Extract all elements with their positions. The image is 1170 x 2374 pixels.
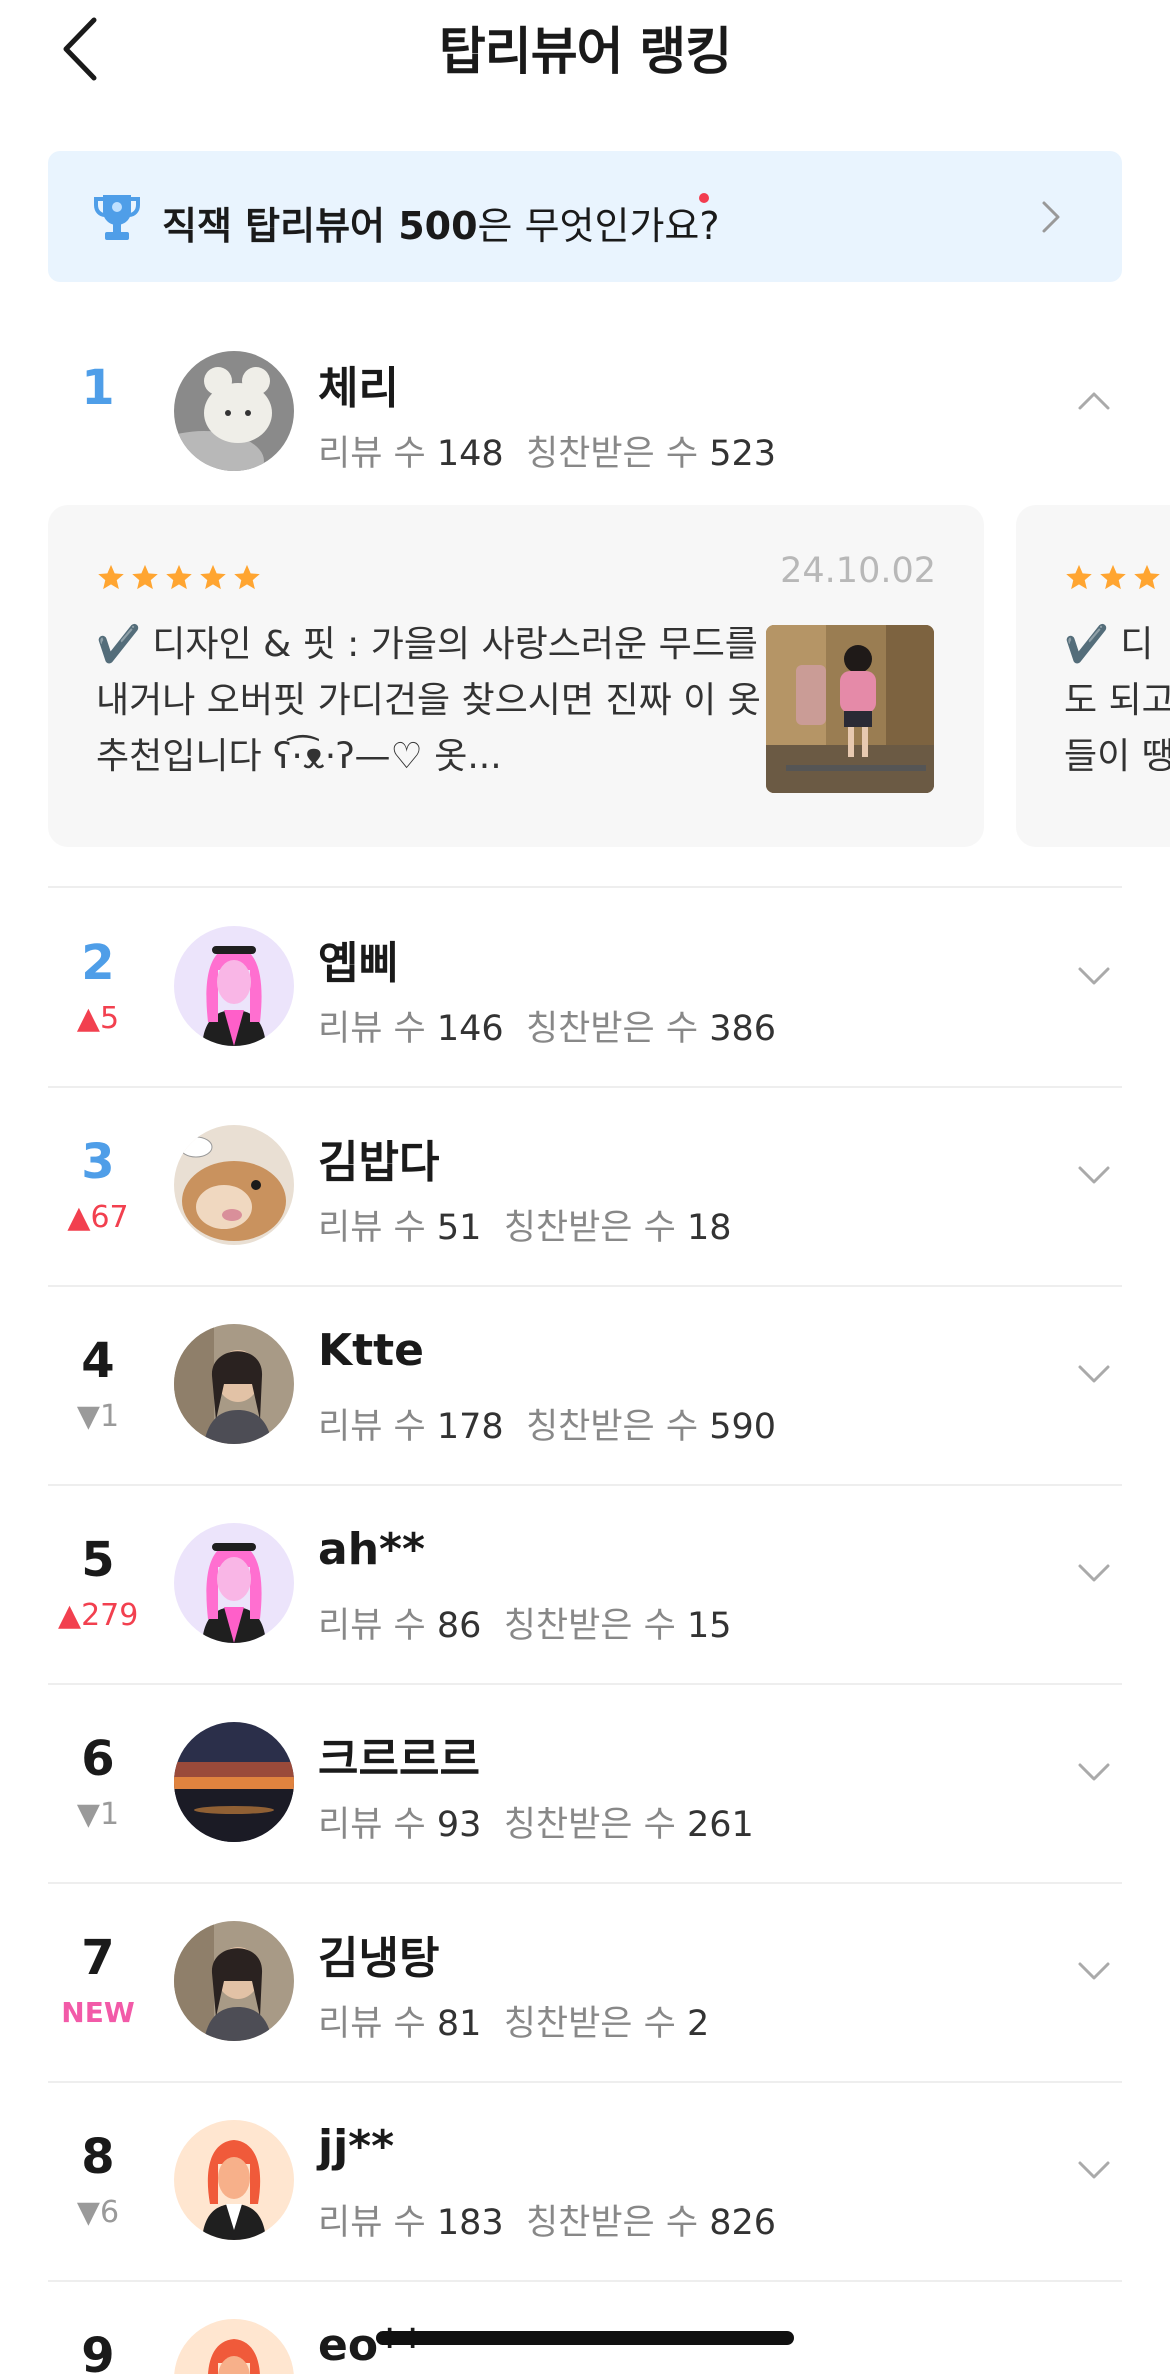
- chevron-down-icon[interactable]: [1076, 1363, 1112, 1385]
- ranking-row[interactable]: 1 체리리뷰 수 148 칭찬받은 수 523: [0, 330, 1170, 510]
- reviewer-stats: 리뷰 수 148 칭찬받은 수 523: [318, 434, 777, 474]
- banner-text: 직잭 탑리뷰어 500은 무엇인가요?: [162, 204, 720, 248]
- reviewer-stats: 리뷰 수 51 칭찬받은 수 18: [318, 1208, 732, 1248]
- row-divider: [48, 1683, 1122, 1685]
- rank-change: NEW: [61, 1996, 135, 2029]
- ranking-row[interactable]: 4 ▼1 Ktte 리뷰 수 178 칭찬받은 수 590: [0, 1303, 1170, 1483]
- ranking-row[interactable]: 7 NEW 김냉탕리뷰 수 81 칭찬받은 수 2: [0, 1900, 1170, 2080]
- chevron-down-icon[interactable]: [1076, 1164, 1112, 1186]
- reviewer-stats: 리뷰 수 178 칭찬받은 수 590: [318, 1407, 777, 1447]
- ranking-row[interactable]: 5 ▲279 ah** 리뷰 수 86 칭찬받은 수 15: [0, 1502, 1170, 1682]
- page-title: 탑리뷰어 랭킹: [438, 23, 732, 82]
- rank-number: 7: [81, 1930, 115, 1986]
- star-icon: [1066, 564, 1092, 590]
- star-rating: [96, 563, 262, 597]
- reviewer-name: Ktte: [318, 1325, 425, 1376]
- review-date: 24.10.02: [780, 551, 936, 591]
- review-card[interactable]: 24.10.02 ✔️ 디자인 & 핏 : 가을의 사랑스러운 무드를 내거나 …: [48, 505, 984, 847]
- home-indicator: [376, 2331, 794, 2345]
- reviewer-name: 크르르르: [318, 1734, 480, 1785]
- row-divider: [48, 1086, 1122, 1088]
- avatar[interactable]: [174, 1125, 294, 1245]
- row-divider: [48, 2280, 1122, 2282]
- row-divider: [48, 1285, 1122, 1287]
- reviewer-name: jj**: [318, 2121, 395, 2172]
- row-divider: [48, 1882, 1122, 1884]
- chevron-down-icon[interactable]: [1076, 1562, 1112, 1584]
- header: 탑리뷰어 랭킹: [0, 0, 1170, 100]
- chevron-right-icon: [1042, 201, 1060, 233]
- avatar[interactable]: [174, 926, 294, 1046]
- chevron-down-icon[interactable]: [1076, 2159, 1112, 2181]
- review-photo: [766, 625, 934, 793]
- review-text: ✔️ 디자인 & 핏 : 가을의 사랑스러운 무드를 내거나 오버핏 가디건을 …: [96, 624, 761, 777]
- row-divider: [48, 886, 1122, 888]
- review-card-next[interactable]: ✔️ 디 도 되고 들이 땡: [1016, 505, 1170, 847]
- chevron-down-icon[interactable]: [1076, 1960, 1112, 1982]
- rank-number: 6: [81, 1731, 115, 1787]
- rank-change: ▲5: [76, 1001, 120, 1036]
- top-reviewer-info-banner[interactable]: 직잭 탑리뷰어 500은 무엇인가요?: [48, 151, 1122, 282]
- avatar[interactable]: [174, 2319, 294, 2374]
- ranking-row[interactable]: 8 ▼6 jj** 리뷰 수 183 칭찬받은 수 826: [0, 2099, 1170, 2279]
- reviewer-stats: 리뷰 수 146 칭찬받은 수 386: [318, 1009, 777, 1049]
- row-divider: [48, 1484, 1122, 1486]
- chevron-down-icon[interactable]: [1076, 965, 1112, 987]
- chevron-up-icon[interactable]: [1076, 390, 1112, 412]
- star-icon: [98, 564, 124, 590]
- reviewer-stats: 리뷰 수 86 칭찬받은 수 15: [318, 1606, 732, 1646]
- trophy-icon: [94, 195, 140, 240]
- rank-number: 9: [81, 2328, 115, 2374]
- star-rating: [1064, 563, 1162, 597]
- reviewer-name: 김냉탕: [318, 1933, 440, 1984]
- avatar[interactable]: [174, 1324, 294, 1444]
- rank-number: 5: [81, 1532, 115, 1588]
- chevron-down-icon[interactable]: [1076, 1761, 1112, 1783]
- star-icon: [132, 564, 158, 590]
- star-icon: [166, 564, 192, 590]
- reviewer-stats: 리뷰 수 183 칭찬받은 수 826: [318, 2203, 777, 2243]
- reviewer-stats: 리뷰 수 81 칭찬받은 수 2: [318, 2004, 710, 2044]
- rank-number: 1: [81, 360, 115, 416]
- reviewer-stats: 리뷰 수 93 칭찬받은 수 261: [318, 1805, 754, 1845]
- reviewer-name: eo**: [318, 2320, 425, 2371]
- rank-number: 4: [81, 1333, 115, 1389]
- avatar[interactable]: [174, 351, 294, 471]
- rank-change: ▼6: [76, 2195, 120, 2230]
- ranking-row[interactable]: 2 ▲5 옙삐리뷰 수 146 칭찬받은 수 386: [0, 905, 1170, 1085]
- rank-number: 3: [81, 1134, 115, 1190]
- avatar[interactable]: [174, 1921, 294, 2041]
- review-text: ✔️ 디 도 되고 들이 땡: [1064, 624, 1170, 777]
- avatar[interactable]: [174, 1722, 294, 1842]
- ranking-row[interactable]: 6 ▼1 크르르르리뷰 수 93 칭찬받은 수 261: [0, 1701, 1170, 1881]
- star-icon: [1134, 564, 1160, 590]
- new-indicator-dot: [699, 193, 709, 203]
- reviewer-name: 체리: [318, 363, 399, 414]
- rank-change: ▲279: [58, 1598, 139, 1633]
- star-icon: [1100, 564, 1126, 590]
- avatar[interactable]: [174, 1523, 294, 1643]
- rank-change: ▼1: [76, 1399, 120, 1434]
- star-icon: [234, 564, 260, 590]
- rank-number: 8: [81, 2129, 115, 2185]
- rank-change: ▲67: [67, 1200, 129, 1235]
- reviewer-name: ah**: [318, 1524, 426, 1575]
- row-divider: [48, 2081, 1122, 2083]
- rank-change: ▼1: [76, 1797, 120, 1832]
- avatar[interactable]: [174, 2120, 294, 2240]
- reviewer-name: 김밥다: [318, 1137, 440, 1188]
- rank-number: 2: [81, 935, 115, 991]
- star-icon: [200, 564, 226, 590]
- ranking-row[interactable]: 3 ▲67 김밥다리뷰 수 51 칭찬받은 수 18: [0, 1104, 1170, 1284]
- reviewer-name: 옙삐: [318, 938, 399, 989]
